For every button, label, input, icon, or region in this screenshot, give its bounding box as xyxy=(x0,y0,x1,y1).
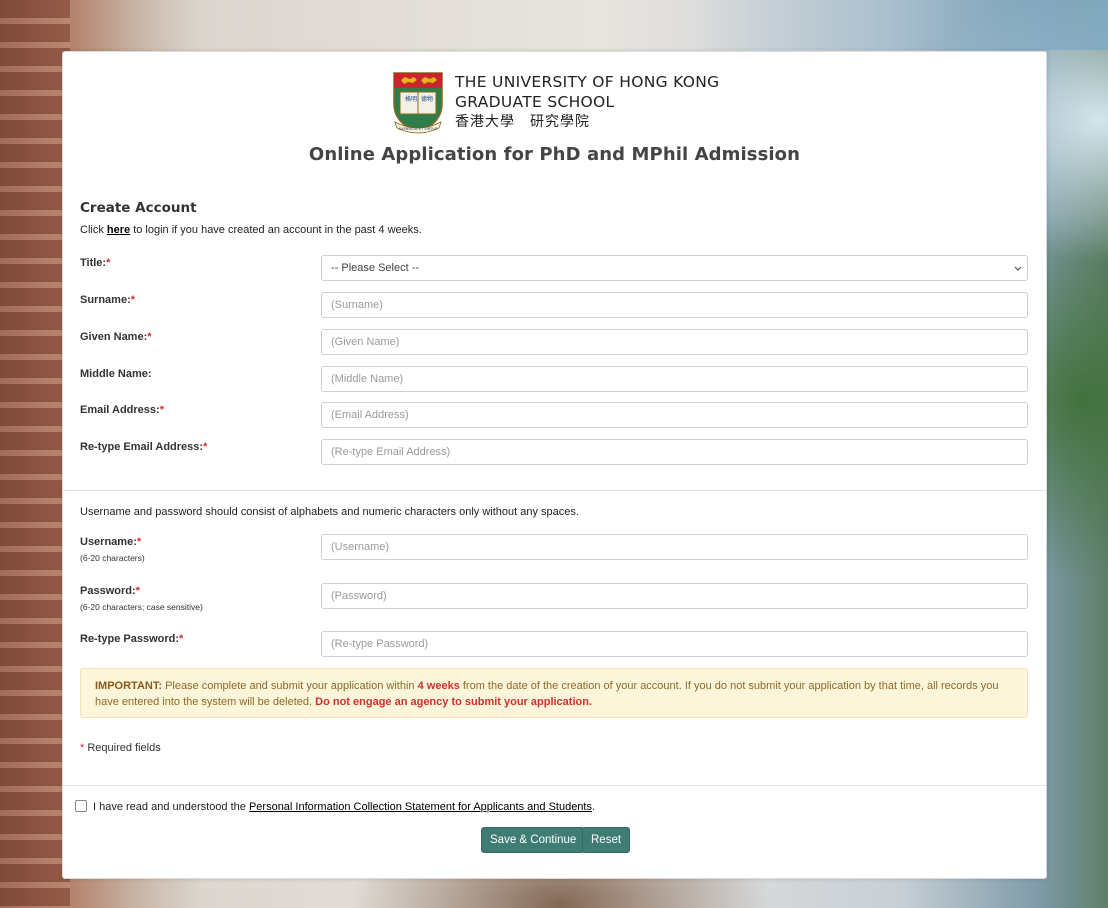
given-name-label-text: Given Name: xyxy=(80,331,148,343)
header: 格 明 德 物 SAPIENTIA ET VIRTUS THE UNIVERSI… xyxy=(63,70,1046,190)
consent-checkbox[interactable] xyxy=(75,800,87,812)
password-label: Password:* xyxy=(80,585,140,597)
email-retype-label-text: Re-type Email Address: xyxy=(80,441,204,453)
section-divider xyxy=(63,490,1046,491)
login-hint: Click here to login if you have created … xyxy=(80,224,422,236)
school-name: GRADUATE SCHOOL xyxy=(455,93,615,111)
required-mark: * xyxy=(179,633,184,645)
alert-label: IMPORTANT: xyxy=(95,680,163,692)
login-hint-suffix: to login if you have created an account … xyxy=(130,224,422,236)
email-retype-input[interactable] xyxy=(321,439,1028,465)
required-note-text: Required fields xyxy=(84,742,161,754)
page-title: Online Application for PhD and MPhil Adm… xyxy=(308,144,801,165)
background-building xyxy=(0,0,70,908)
login-hint-prefix: Click xyxy=(80,224,107,236)
password-input[interactable] xyxy=(321,583,1028,609)
title-label-text: Title: xyxy=(80,257,107,269)
background-sky xyxy=(688,0,1108,50)
password-retype-row: Re-type Password:* xyxy=(80,631,1030,657)
chinese-name: 香港大學 研究學院 xyxy=(455,114,590,130)
hku-crest-icon: 格 明 德 物 SAPIENTIA ET VIRTUS xyxy=(393,72,443,134)
consent-text: I have read and understood the xyxy=(93,801,249,813)
password-retype-label: Re-type Password:* xyxy=(80,633,183,645)
given-name-input[interactable] xyxy=(321,329,1028,355)
alert-warning: Do not engage an agency to submit your a… xyxy=(315,696,593,708)
email-retype-row: Re-type Email Address:* xyxy=(80,439,1030,465)
required-fields-note: * Required fields xyxy=(80,742,161,754)
credentials-note: Username and password should consist of … xyxy=(80,506,579,518)
middle-name-label: Middle Name: xyxy=(80,368,152,380)
required-mark: * xyxy=(130,294,136,306)
footer-divider xyxy=(63,785,1046,786)
email-label: Email Address:* xyxy=(80,404,164,416)
surname-label-text: Surname: xyxy=(80,294,131,306)
required-mark: * xyxy=(136,536,142,548)
save-continue-button[interactable]: Save & Continue xyxy=(481,827,586,853)
crest-motto: SAPIENTIA ET VIRTUS xyxy=(399,127,438,131)
title-row: Title:* -- Please Select -- xyxy=(80,255,1030,281)
middle-name-row: Middle Name: xyxy=(80,366,1030,392)
surname-row: Surname:* xyxy=(80,292,1030,318)
title-label: Title:* xyxy=(80,257,110,269)
required-mark: * xyxy=(135,585,140,597)
surname-input[interactable] xyxy=(321,292,1028,318)
username-hint: (6-20 characters) xyxy=(80,553,145,563)
application-panel: 格 明 德 物 SAPIENTIA ET VIRTUS THE UNIVERSI… xyxy=(62,51,1047,879)
title-select[interactable]: -- Please Select -- xyxy=(321,255,1028,281)
password-retype-input[interactable] xyxy=(321,631,1028,657)
crest-char: 明 xyxy=(411,96,417,103)
chevron-down-icon xyxy=(1014,266,1022,271)
consent-suffix: . xyxy=(591,801,596,813)
alert-emphasis: 4 weeks xyxy=(417,680,460,692)
password-label-text: Password: xyxy=(80,585,136,597)
required-mark: * xyxy=(203,441,208,453)
title-select-value: -- Please Select -- xyxy=(331,262,420,274)
crest-char: 物 xyxy=(427,95,433,103)
login-link[interactable]: here xyxy=(107,224,130,236)
username-row: Username:* (6-20 characters) xyxy=(80,534,1030,563)
username-label-text: Username: xyxy=(80,536,137,548)
password-row: Password:* (6-20 characters; case sensit… xyxy=(80,583,1030,612)
section-title: Create Account xyxy=(80,200,197,216)
middle-name-input[interactable] xyxy=(321,366,1028,392)
required-mark: * xyxy=(106,257,111,269)
university-name: THE UNIVERSITY OF HONG KONG xyxy=(455,73,720,91)
required-mark: * xyxy=(147,331,152,343)
logo-text: THE UNIVERSITY OF HONG KONG GRADUATE SCH… xyxy=(455,72,719,133)
username-input[interactable] xyxy=(321,534,1028,560)
email-row: Email Address:* xyxy=(80,402,1030,428)
email-retype-label: Re-type Email Address:* xyxy=(80,441,207,453)
password-hint: (6-20 characters; case sensitive) xyxy=(80,602,203,612)
email-label-text: Email Address: xyxy=(80,404,160,416)
surname-label: Surname:* xyxy=(80,294,135,306)
given-name-row: Given Name:* xyxy=(80,329,1030,355)
pics-link[interactable]: Personal Information Collection Statemen… xyxy=(249,801,592,813)
password-retype-label-text: Re-type Password: xyxy=(80,633,180,645)
important-alert: IMPORTANT: Please complete and submit yo… xyxy=(80,668,1028,718)
consent-row: I have read and understood the Personal … xyxy=(75,800,595,813)
alert-text: Please complete and submit your applicat… xyxy=(162,680,418,692)
username-label: Username:* xyxy=(80,536,141,548)
required-mark: * xyxy=(159,404,164,416)
email-input[interactable] xyxy=(321,402,1028,428)
reset-button[interactable]: Reset xyxy=(582,827,631,853)
given-name-label: Given Name:* xyxy=(80,331,152,343)
